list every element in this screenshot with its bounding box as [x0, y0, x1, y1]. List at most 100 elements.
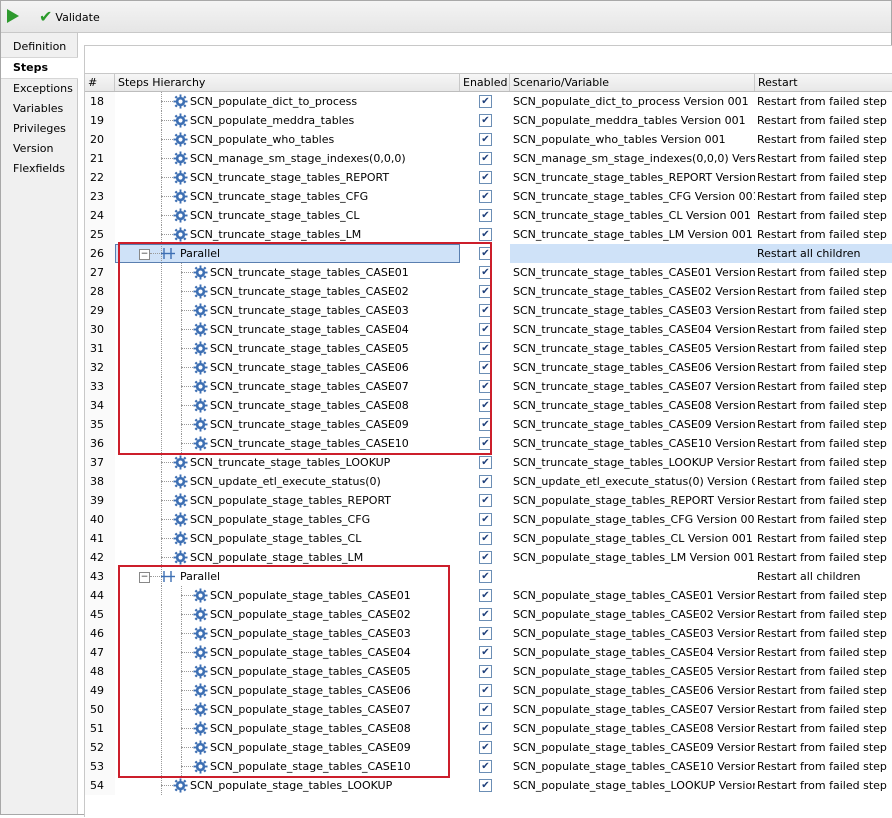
- restart-cell[interactable]: Restart from failed step: [755, 282, 892, 301]
- step-hierarchy-cell[interactable]: SCN_manage_sm_stage_indexes(0,0,0): [115, 149, 460, 168]
- step-hierarchy-cell[interactable]: SCN_truncate_stage_tables_CASE09: [115, 415, 460, 434]
- step-hierarchy-cell[interactable]: SCN_update_etl_execute_status(0): [115, 472, 460, 491]
- scenario-cell[interactable]: SCN_truncate_stage_tables_CASE06 Version…: [510, 358, 755, 377]
- column-header-scenario[interactable]: Scenario/Variable: [510, 74, 755, 91]
- scenario-cell[interactable]: SCN_truncate_stage_tables_CASE07 Version…: [510, 377, 755, 396]
- enabled-checkbox[interactable]: ✔: [479, 228, 492, 241]
- sidebar-item-privileges[interactable]: Privileges: [1, 119, 77, 139]
- step-hierarchy-cell[interactable]: SCN_populate_who_tables: [115, 130, 460, 149]
- step-hierarchy-cell[interactable]: SCN_truncate_stage_tables_CASE08: [115, 396, 460, 415]
- step-hierarchy-cell[interactable]: − Parallel: [115, 244, 460, 263]
- table-row[interactable]: 27 SCN_truncate_stage_tables_CASE01 ✔ SCN_t…: [85, 263, 892, 282]
- table-row-parallel[interactable]: 43 − Parallel ✔ Restart all children: [85, 567, 892, 586]
- restart-cell[interactable]: Restart from failed step: [755, 301, 892, 320]
- collapse-icon[interactable]: −: [139, 249, 150, 260]
- scenario-cell[interactable]: SCN_populate_dict_to_process Version 001: [510, 92, 755, 111]
- scenario-cell[interactable]: [510, 567, 755, 586]
- step-hierarchy-cell[interactable]: SCN_populate_stage_tables_REPORT: [115, 491, 460, 510]
- restart-cell[interactable]: Restart from failed step: [755, 92, 892, 111]
- enabled-checkbox[interactable]: ✔: [479, 722, 492, 735]
- table-row[interactable]: 20 SCN_populate_who_tables ✔ SCN_populate_w…: [85, 130, 892, 149]
- step-hierarchy-cell[interactable]: SCN_truncate_stage_tables_LM: [115, 225, 460, 244]
- scenario-cell[interactable]: SCN_truncate_stage_tables_CASE03 Version…: [510, 301, 755, 320]
- table-row[interactable]: 53 SCN_populate_stage_tables_CASE10 ✔ SCN_p…: [85, 757, 892, 776]
- scenario-cell[interactable]: SCN_populate_stage_tables_CASE02 Version…: [510, 605, 755, 624]
- table-row[interactable]: 29 SCN_truncate_stage_tables_CASE03 ✔ SCN_t…: [85, 301, 892, 320]
- table-row[interactable]: 19 SCN_populate_meddra_tables ✔ SCN_populat…: [85, 111, 892, 130]
- collapse-icon[interactable]: −: [139, 572, 150, 583]
- table-row[interactable]: 50 SCN_populate_stage_tables_CASE07 ✔ SCN_p…: [85, 700, 892, 719]
- restart-cell[interactable]: Restart from failed step: [755, 168, 892, 187]
- restart-cell[interactable]: Restart all children: [755, 244, 892, 263]
- scenario-cell[interactable]: SCN_populate_stage_tables_CASE05 Version…: [510, 662, 755, 681]
- enabled-checkbox[interactable]: ✔: [479, 133, 492, 146]
- scenario-cell[interactable]: SCN_populate_stage_tables_CASE08 Version…: [510, 719, 755, 738]
- table-row[interactable]: 22 SCN_truncate_stage_tables_REPORT ✔ SCN_t…: [85, 168, 892, 187]
- scenario-cell[interactable]: SCN_populate_stage_tables_CASE10 Version…: [510, 757, 755, 776]
- enabled-checkbox[interactable]: ✔: [479, 513, 492, 526]
- table-row[interactable]: 25 SCN_truncate_stage_tables_LM ✔ SCN_trunc…: [85, 225, 892, 244]
- table-row[interactable]: 38 SCN_update_etl_execute_status(0) ✔ SCN_u…: [85, 472, 892, 491]
- step-hierarchy-cell[interactable]: SCN_truncate_stage_tables_CASE01: [115, 263, 460, 282]
- restart-cell[interactable]: Restart from failed step: [755, 700, 892, 719]
- sidebar-item-definition[interactable]: Definition: [1, 37, 77, 57]
- table-row[interactable]: 36 SCN_truncate_stage_tables_CASE10 ✔ SCN_t…: [85, 434, 892, 453]
- step-hierarchy-cell[interactable]: SCN_truncate_stage_tables_REPORT: [115, 168, 460, 187]
- scenario-cell[interactable]: SCN_populate_who_tables Version 001: [510, 130, 755, 149]
- table-row[interactable]: 21 SCN_manage_sm_stage_indexes(0,0,0) ✔ SCN…: [85, 149, 892, 168]
- column-header-steps-hierarchy[interactable]: Steps Hierarchy: [115, 74, 460, 91]
- restart-cell[interactable]: Restart from failed step: [755, 643, 892, 662]
- scenario-cell[interactable]: [510, 244, 755, 263]
- enabled-checkbox[interactable]: ✔: [479, 152, 492, 165]
- restart-cell[interactable]: Restart from failed step: [755, 624, 892, 643]
- restart-cell[interactable]: Restart from failed step: [755, 339, 892, 358]
- enabled-checkbox[interactable]: ✔: [479, 209, 492, 222]
- step-hierarchy-cell[interactable]: SCN_populate_stage_tables_CASE09: [115, 738, 460, 757]
- restart-cell[interactable]: Restart from failed step: [755, 548, 892, 567]
- scenario-cell[interactable]: SCN_populate_stage_tables_CL Version 001: [510, 529, 755, 548]
- step-hierarchy-cell[interactable]: SCN_truncate_stage_tables_CASE06: [115, 358, 460, 377]
- column-header-restart[interactable]: Restart: [755, 74, 892, 91]
- sidebar-item-steps[interactable]: Steps: [1, 57, 78, 79]
- scenario-cell[interactable]: SCN_truncate_stage_tables_CFG Version 00…: [510, 187, 755, 206]
- enabled-checkbox[interactable]: ✔: [479, 665, 492, 678]
- restart-cell[interactable]: Restart from failed step: [755, 149, 892, 168]
- scenario-cell[interactable]: SCN_truncate_stage_tables_CASE08 Version…: [510, 396, 755, 415]
- scenario-cell[interactable]: SCN_populate_meddra_tables Version 001: [510, 111, 755, 130]
- table-row[interactable]: 41 SCN_populate_stage_tables_CL ✔ SCN_popul…: [85, 529, 892, 548]
- scenario-cell[interactable]: SCN_truncate_stage_tables_LOOKUP Version…: [510, 453, 755, 472]
- restart-cell[interactable]: Restart from failed step: [755, 776, 892, 795]
- enabled-checkbox[interactable]: ✔: [479, 475, 492, 488]
- step-hierarchy-cell[interactable]: SCN_truncate_stage_tables_CASE10: [115, 434, 460, 453]
- step-hierarchy-cell[interactable]: SCN_populate_stage_tables_CFG: [115, 510, 460, 529]
- restart-cell[interactable]: Restart from failed step: [755, 738, 892, 757]
- table-row[interactable]: 34 SCN_truncate_stage_tables_CASE08 ✔ SCN_t…: [85, 396, 892, 415]
- enabled-checkbox[interactable]: ✔: [479, 171, 492, 184]
- sidebar-item-exceptions[interactable]: Exceptions: [1, 79, 77, 99]
- step-hierarchy-cell[interactable]: SCN_populate_stage_tables_CL: [115, 529, 460, 548]
- step-hierarchy-cell[interactable]: SCN_populate_stage_tables_CASE04: [115, 643, 460, 662]
- restart-cell[interactable]: Restart from failed step: [755, 472, 892, 491]
- scenario-cell[interactable]: SCN_update_etl_execute_status(0) Version…: [510, 472, 755, 491]
- table-row[interactable]: 32 SCN_truncate_stage_tables_CASE06 ✔ SCN_t…: [85, 358, 892, 377]
- restart-cell[interactable]: Restart from failed step: [755, 510, 892, 529]
- table-row-parallel[interactable]: 26 − Parallel ✔ Restart all children: [85, 244, 892, 263]
- restart-cell[interactable]: Restart from failed step: [755, 130, 892, 149]
- enabled-checkbox[interactable]: ✔: [479, 532, 492, 545]
- restart-cell[interactable]: Restart from failed step: [755, 263, 892, 282]
- scenario-cell[interactable]: SCN_truncate_stage_tables_CASE05 Version…: [510, 339, 755, 358]
- sidebar-item-version[interactable]: Version: [1, 139, 77, 159]
- step-hierarchy-cell[interactable]: SCN_populate_stage_tables_CASE10: [115, 757, 460, 776]
- step-hierarchy-cell[interactable]: SCN_populate_stage_tables_LOOKUP: [115, 776, 460, 795]
- restart-cell[interactable]: Restart from failed step: [755, 206, 892, 225]
- restart-cell[interactable]: Restart from failed step: [755, 681, 892, 700]
- enabled-checkbox[interactable]: ✔: [479, 95, 492, 108]
- restart-cell[interactable]: Restart from failed step: [755, 225, 892, 244]
- scenario-cell[interactable]: SCN_populate_stage_tables_CASE06 Version…: [510, 681, 755, 700]
- enabled-checkbox[interactable]: ✔: [479, 684, 492, 697]
- scenario-cell[interactable]: SCN_populate_stage_tables_REPORT Version…: [510, 491, 755, 510]
- restart-cell[interactable]: Restart from failed step: [755, 453, 892, 472]
- enabled-checkbox[interactable]: ✔: [479, 190, 492, 203]
- scenario-cell[interactable]: SCN_populate_stage_tables_CASE04 Version…: [510, 643, 755, 662]
- enabled-checkbox[interactable]: ✔: [479, 760, 492, 773]
